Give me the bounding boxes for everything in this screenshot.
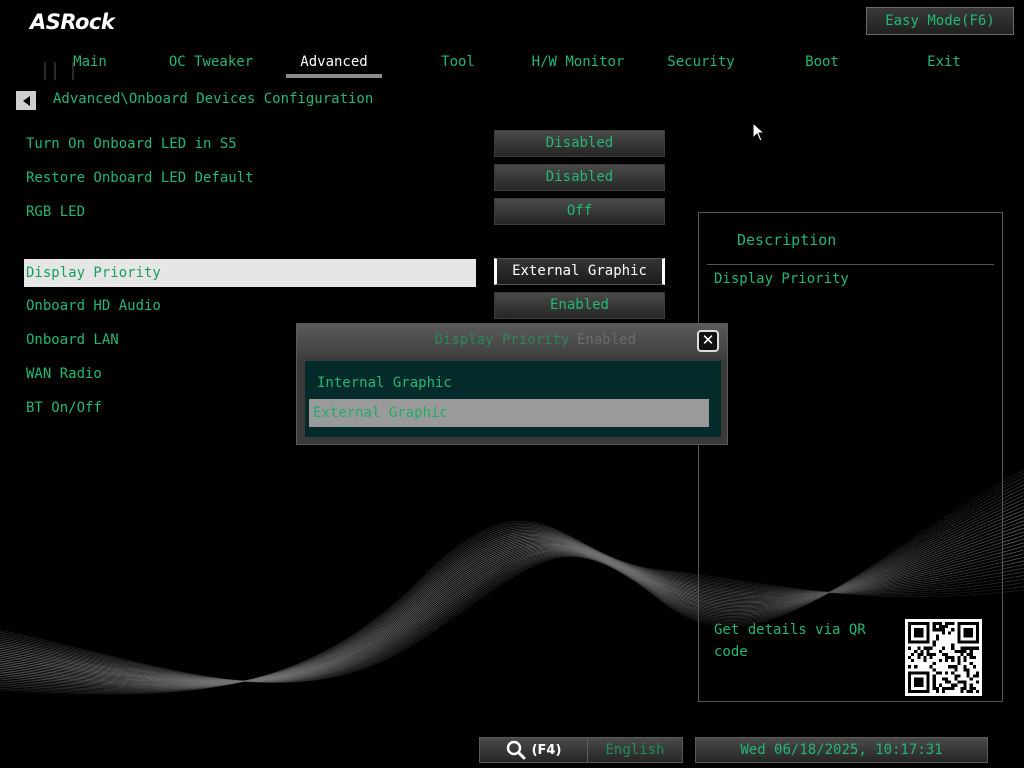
setting-value-restore-led[interactable]: Disabled: [494, 164, 665, 191]
popup-option-list: Internal Graphic External Graphic: [305, 361, 721, 437]
description-divider: [707, 264, 994, 265]
search-button[interactable]: (F4): [479, 737, 588, 763]
description-title: Description: [737, 231, 837, 249]
setting-label-restore-led[interactable]: Restore Onboard LED Default: [26, 168, 254, 188]
setting-label-bt-onoff[interactable]: BT On/Off: [26, 398, 102, 418]
setting-label-wan-radio[interactable]: WAN Radio: [26, 364, 102, 384]
popup-header: Enabled Display Priority ✕: [297, 324, 727, 358]
setting-label-onboard-lan[interactable]: Onboard LAN: [26, 330, 119, 350]
popup-title: Display Priority: [434, 332, 570, 348]
tab-boot[interactable]: Boot: [782, 52, 862, 76]
language-button[interactable]: English: [587, 737, 683, 763]
popup-option-internal-graphic[interactable]: Internal Graphic: [313, 369, 705, 397]
setting-value-rgb-led[interactable]: Off: [494, 198, 665, 225]
datetime-display: Wed 06/18/2025, 10:17:31: [695, 737, 988, 763]
tab-security[interactable]: Security: [656, 52, 746, 76]
back-arrow-icon[interactable]: [16, 91, 36, 110]
setting-value-display-priority[interactable]: External Graphic: [494, 258, 665, 285]
setting-value-led-s5[interactable]: Disabled: [494, 130, 665, 157]
close-icon[interactable]: ✕: [697, 330, 719, 352]
tab-exit[interactable]: Exit: [904, 52, 984, 76]
tab-tool[interactable]: Tool: [418, 52, 498, 76]
search-icon: [506, 740, 526, 760]
search-shortcut-label: (F4): [531, 742, 562, 758]
setting-label-rgb-led[interactable]: RGB LED: [26, 202, 85, 222]
qr-label: Get details via QR code: [714, 622, 866, 660]
popup-option-external-graphic[interactable]: External Graphic: [309, 399, 709, 427]
mouse-cursor-icon: [752, 122, 766, 142]
display-priority-popup: Enabled Display Priority ✕ Internal Grap…: [296, 323, 728, 445]
breadcrumb: Advanced\Onboard Devices Configuration: [53, 91, 374, 107]
tab-hw-monitor[interactable]: H/W Monitor: [528, 52, 628, 76]
setting-value-hd-audio[interactable]: Enabled: [494, 292, 665, 319]
setting-label-display-priority[interactable]: Display Priority: [24, 259, 476, 287]
top-nav-tabs: Main OC Tweaker Advanced Tool H/W Monito…: [30, 52, 1020, 78]
qr-code-icon: [905, 619, 982, 696]
asrock-logo: ASRock: [30, 10, 115, 34]
setting-label-led-s5[interactable]: Turn On Onboard LED in S5: [26, 134, 237, 154]
description-text: Display Priority: [714, 271, 849, 287]
tab-oc-tweaker[interactable]: OC Tweaker: [160, 52, 262, 76]
tab-advanced[interactable]: Advanced: [286, 52, 382, 78]
easy-mode-button[interactable]: Easy Mode(F6): [866, 7, 1014, 35]
setting-label-hd-audio[interactable]: Onboard HD Audio: [26, 296, 161, 316]
tab-main[interactable]: Main: [50, 52, 130, 76]
